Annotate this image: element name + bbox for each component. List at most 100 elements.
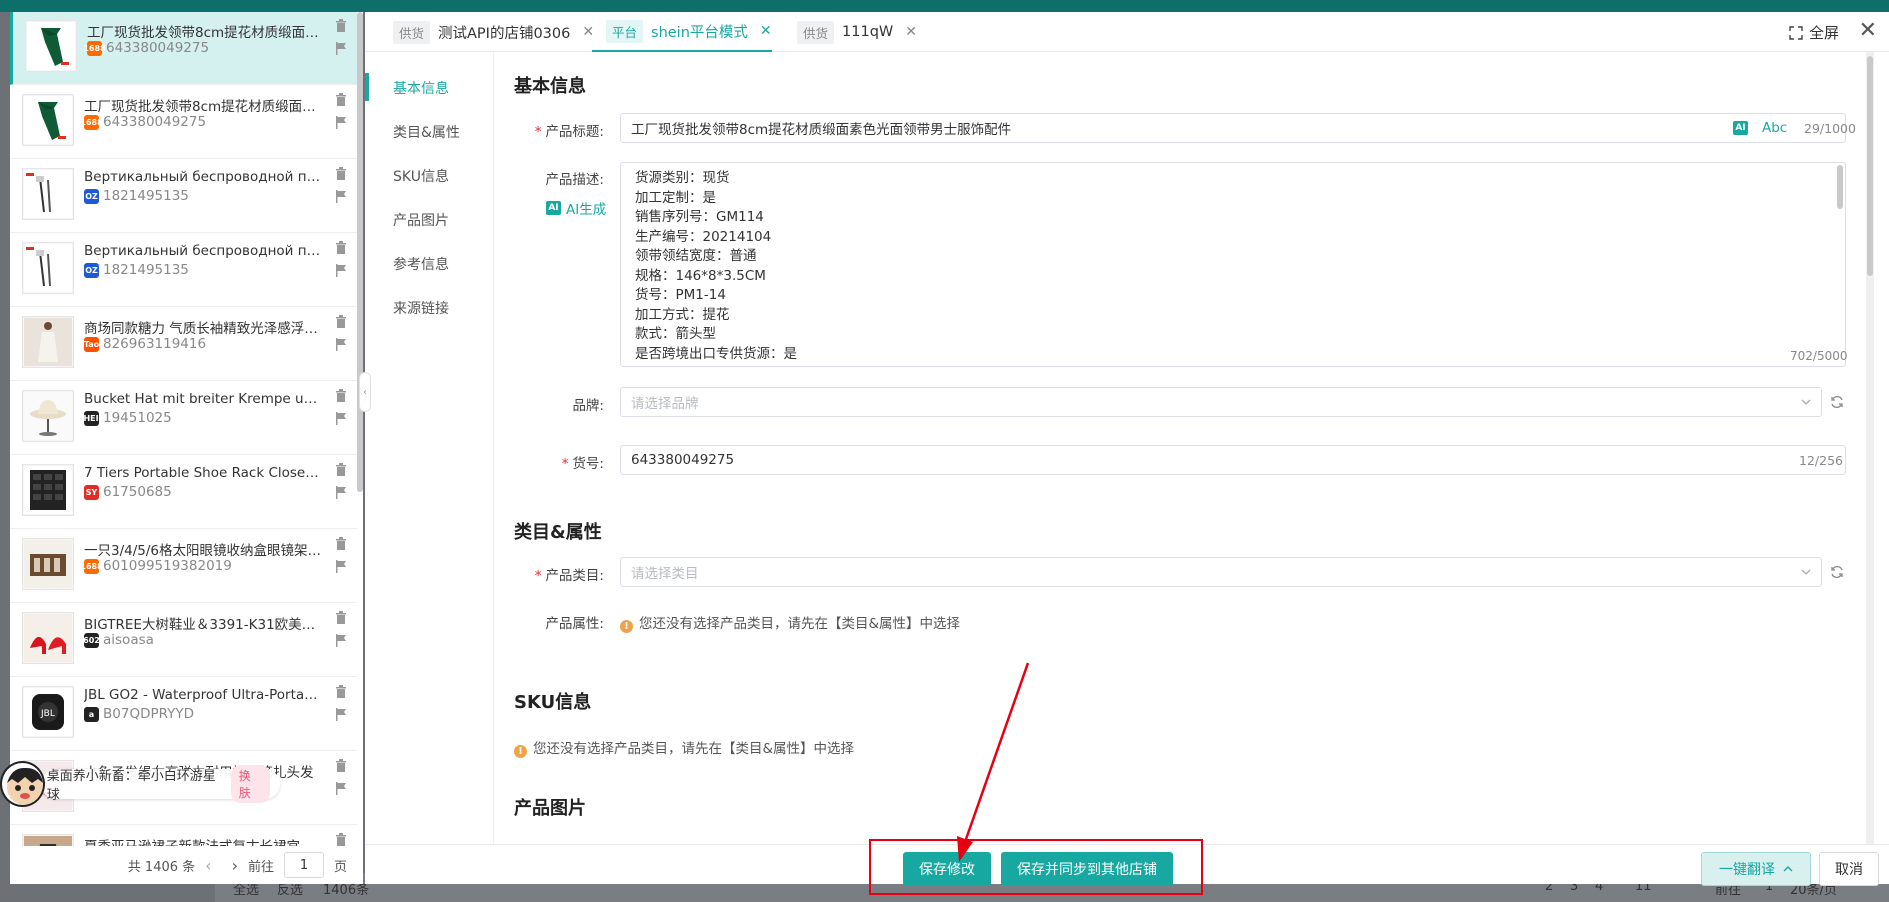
anchor-basic-info[interactable]: 基本信息 [393, 78, 449, 98]
skin-change-button[interactable]: 换肤 [230, 765, 270, 803]
desc-line: 生产编号：20214104 [635, 228, 772, 245]
anchor-reference[interactable]: 参考信息 [393, 254, 449, 274]
trash-icon[interactable] [335, 315, 347, 328]
chevron-down-icon [1801, 569, 1811, 575]
product-thumbnail: JBL [22, 686, 74, 738]
product-id-row: Tao 826963119416 [84, 336, 206, 352]
trash-icon[interactable] [335, 685, 347, 698]
desc-line: 领带领结宽度：普通 [635, 248, 757, 264]
flag-icon[interactable] [335, 782, 347, 795]
trash-icon[interactable] [335, 241, 347, 254]
drawer-close-icon[interactable]: ✕ [1859, 20, 1877, 42]
tab-label: shein平台模式 [651, 24, 748, 41]
product-list-item[interactable]: Bucket Hat mit breiter Krempe und abnehm… [10, 382, 357, 455]
brand-select[interactable]: 请选择品牌 [620, 387, 1822, 417]
tab-store-111qw[interactable]: 供货 111qW ✕ [797, 12, 917, 52]
annotation-highlight-box [869, 839, 1203, 895]
product-list-item[interactable]: 工厂现货批发领带8cm提花材质缎面素色光面领带男士服饰配件16886433800… [10, 86, 357, 159]
anchor-sku[interactable]: SKU信息 [393, 166, 449, 186]
flag-icon[interactable] [335, 42, 347, 55]
close-icon[interactable]: ✕ [905, 24, 917, 40]
product-list-item[interactable]: 7 Tiers Portable Shoe Rack Closet Fabric… [10, 456, 357, 529]
category-select[interactable]: 请选择类目 [620, 557, 1822, 587]
pet-message-bubble: 桌面养小新畜：牵小白环游星球 换肤 [40, 765, 280, 803]
next-page-button[interactable]: › [232, 856, 238, 875]
ai-icon: AI [546, 201, 561, 215]
product-list-item[interactable]: Вертикальный беспроводной пылесос OZ18214… [10, 160, 357, 233]
product-desc-label: 产品描述: [545, 172, 604, 188]
anchor-category[interactable]: 类目&属性 [393, 122, 460, 142]
ai-generate-button[interactable]: AI AI生成 [546, 198, 606, 218]
sku-code-value: 643380049275 [631, 452, 735, 468]
ai-title-icon[interactable]: AI [1733, 121, 1748, 135]
refresh-category-icon[interactable] [1830, 565, 1844, 579]
trash-icon[interactable] [335, 833, 347, 846]
anchor-source-link[interactable]: 来源链接 [393, 298, 449, 318]
trash-icon[interactable] [335, 93, 347, 106]
product-title: 工厂现货批发领带8cm提花材质缎面素色光面领带男士服饰配件 [87, 25, 327, 41]
pet-avatar[interactable] [0, 761, 45, 807]
abc-translate-button[interactable]: Abc [1762, 120, 1787, 136]
svg-text:JBL: JBL [40, 709, 55, 719]
trash-icon[interactable] [335, 463, 347, 476]
product-id-row: 1688 643380049275 [80, 114, 206, 130]
form-scrollbar[interactable] [1866, 52, 1874, 844]
product-title-value: 工厂现货批发领带8cm提花材质缎面素色光面领带男士服饰配件 [631, 122, 1012, 138]
tab-store-test-api[interactable]: 供货 测试API的店铺0306 ✕ [393, 12, 594, 52]
product-list-scrollbar[interactable] [357, 12, 363, 492]
flag-icon[interactable] [335, 634, 347, 647]
tab-shein-platform[interactable]: 平台 shein平台模式 ✕ [592, 12, 772, 52]
flag-icon[interactable] [335, 708, 347, 721]
desktop-pet-widget[interactable]: 桌面养小新畜：牵小白环游星球 换肤 [0, 761, 280, 807]
form-content: 基本信息 * 产品标题: 工厂现货批发领带8cm提花材质缎面素色光面领带男士服饰配… [493, 52, 1874, 844]
close-icon[interactable]: ✕ [760, 23, 772, 39]
product-id: 1821495135 [103, 262, 189, 278]
refresh-brand-icon[interactable] [1830, 395, 1844, 409]
attr-warning: ! 您还没有选择产品类目，请先在【类目&属性】中选择 [620, 612, 960, 633]
one-click-translate-button[interactable]: 一键翻译 [1701, 852, 1811, 886]
trash-icon[interactable] [335, 759, 347, 772]
product-title-input[interactable]: 工厂现货批发领带8cm提花材质缎面素色光面领带男士服饰配件 [620, 113, 1846, 143]
sku-code-input[interactable]: 643380049275 [620, 445, 1846, 475]
flag-icon[interactable] [335, 116, 347, 129]
anchor-images[interactable]: 产品图片 [393, 210, 449, 230]
flag-icon[interactable] [335, 190, 347, 203]
trash-icon[interactable] [335, 611, 347, 624]
flag-icon[interactable] [335, 412, 347, 425]
desc-line: 加工方式：提花 [635, 306, 730, 323]
trash-icon[interactable] [335, 167, 347, 180]
platform-icon: SHEIN [78, 410, 105, 426]
platform-icon: a [84, 706, 99, 722]
product-id: 826963119416 [103, 336, 207, 352]
platform-icon: OZ [84, 188, 99, 204]
flag-icon[interactable] [335, 560, 347, 573]
title-char-counter: 29/1000 [1804, 121, 1856, 136]
product-thumbnail [22, 390, 74, 442]
product-list-item[interactable]: BIGTREE大树鞋业＆3391-K31欧美风时尚高跟鞋602aisoasa [10, 604, 357, 677]
flag-icon[interactable] [335, 486, 347, 499]
product-title: 一只3/4/5/6格太阳眼镜收纳盒眼镜架可展示 [84, 543, 324, 559]
product-list-item[interactable]: 夏季亚马逊裙子新款法式复古长裙宫廷风 [10, 826, 357, 846]
product-list-item[interactable]: 一只3/4/5/6格太阳眼镜收纳盒眼镜架可展示 1688 6010995193820… [10, 530, 357, 603]
product-list-item[interactable]: Вертикальный беспроводной пылесос OZ18214… [10, 234, 357, 307]
fullscreen-button[interactable]: 全屏 [1789, 22, 1839, 43]
trash-icon[interactable] [335, 19, 347, 32]
collapse-list-handle[interactable]: ‹ [359, 372, 371, 412]
flag-icon[interactable] [335, 338, 347, 351]
warning-icon: ! [620, 620, 633, 633]
product-desc-textarea[interactable]: 货源类别：现货 加工定制：是 销售序列号：GM114 生产编号：20214104 领带领… [620, 162, 1846, 367]
goto-page-input[interactable] [283, 852, 324, 878]
cancel-button[interactable]: 取消 [1819, 852, 1879, 886]
flag-icon[interactable] [335, 264, 347, 277]
category-label: * 产品类目: [534, 568, 604, 584]
pet-message-text: 桌面养小新畜：牵小白环游星球 [46, 769, 216, 803]
product-list-item[interactable]: 工厂现货批发领带8cm提花材质缎面素色光面领带男士服饰配件16886433800… [10, 12, 357, 85]
prev-page-button[interactable]: ‹ [205, 856, 211, 875]
product-list-item[interactable]: JBL JBL GO2 - Waterproof Ultra-Portable B… [10, 678, 357, 751]
trash-icon[interactable] [335, 537, 347, 550]
trash-icon[interactable] [335, 389, 347, 402]
product-list-item[interactable]: 商场同款糖力 气质长袖精致光泽感浮雕连衣裙Tao 826963119416 [10, 308, 357, 381]
product-id: 601099519382019 [103, 558, 232, 574]
desc-scrollbar[interactable] [1837, 165, 1843, 209]
product-title: 7 Tiers Portable Shoe Rack Closet Fabric [84, 465, 324, 481]
